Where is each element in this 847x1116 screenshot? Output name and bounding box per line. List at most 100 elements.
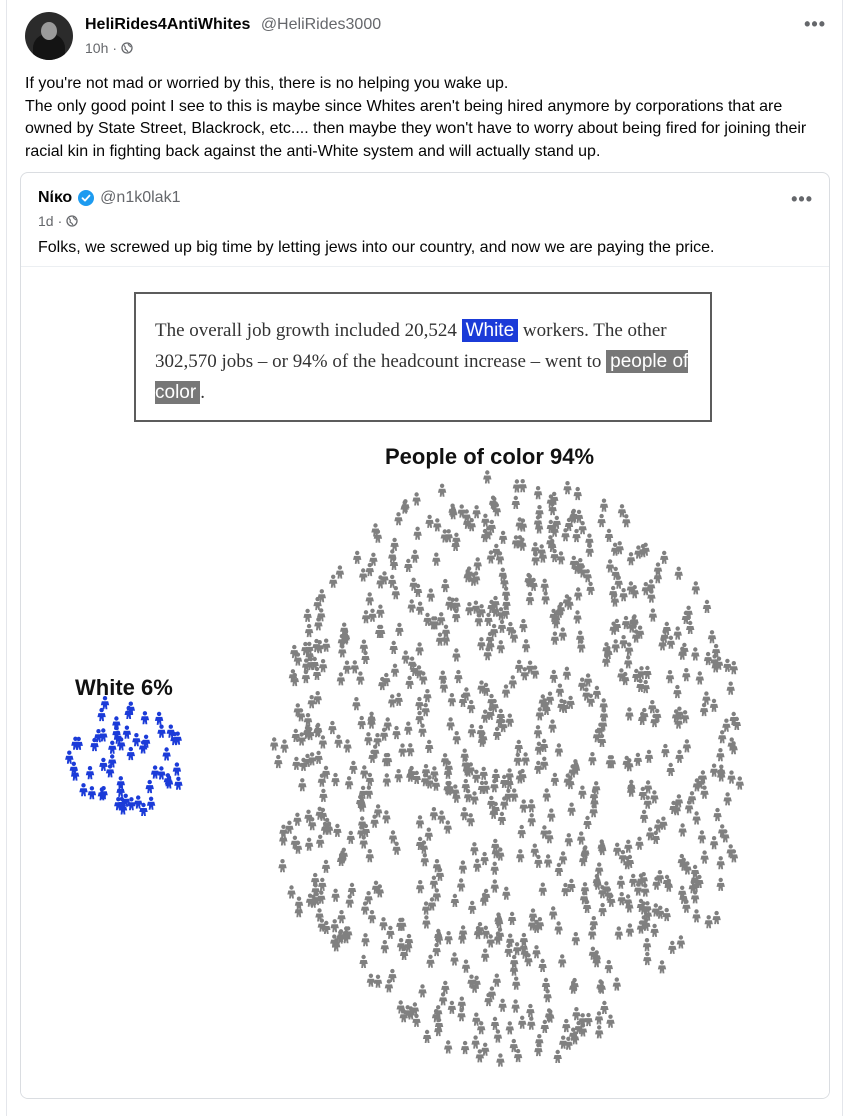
person-white-icon xyxy=(65,750,74,764)
person-poc-icon xyxy=(433,518,442,532)
person-white-icon xyxy=(87,786,97,800)
shared-author: Νίκο @n1k0lak1 xyxy=(38,189,180,207)
person-poc-icon xyxy=(479,766,488,780)
person-poc-icon xyxy=(514,739,523,753)
person-poc-icon xyxy=(511,999,520,1013)
person-poc-icon xyxy=(318,877,327,891)
person-poc-icon xyxy=(390,663,400,677)
shared-more-options-icon[interactable]: ••• xyxy=(791,189,813,210)
person-poc-icon xyxy=(625,758,634,772)
person-poc-icon xyxy=(574,587,583,601)
person-poc-icon xyxy=(643,951,652,966)
person-poc-icon xyxy=(480,528,490,543)
person-poc-icon xyxy=(426,954,435,968)
person-poc-icon xyxy=(394,692,403,706)
person-poc-icon xyxy=(492,973,501,987)
person-poc-icon xyxy=(647,589,656,603)
person-poc-icon xyxy=(452,731,461,745)
person-poc-icon xyxy=(619,635,628,649)
shared-author-name[interactable]: Νίκο xyxy=(38,189,72,207)
person-poc-icon xyxy=(361,610,371,624)
person-poc-icon xyxy=(549,906,558,920)
person-poc-icon xyxy=(425,514,434,528)
person-poc-icon xyxy=(727,770,736,784)
person-poc-icon xyxy=(567,802,576,816)
person-white-icon xyxy=(122,725,132,739)
infographic-image[interactable]: The overall job growth included 20,524 W… xyxy=(21,266,829,1098)
person-poc-icon xyxy=(422,915,431,929)
author-name[interactable]: HeliRides4AntiWhites xyxy=(85,16,250,33)
person-poc-icon xyxy=(388,574,397,588)
person-poc-icon xyxy=(713,807,722,822)
person-poc-icon xyxy=(376,604,385,618)
person-white-icon xyxy=(79,783,88,797)
person-poc-icon xyxy=(474,613,483,627)
person-poc-icon xyxy=(412,492,421,506)
person-poc-icon xyxy=(415,710,424,725)
person-poc-icon xyxy=(406,743,415,757)
shared-author-handle[interactable]: @n1k0lak1 xyxy=(100,189,180,207)
person-poc-icon xyxy=(454,669,463,684)
person-poc-icon xyxy=(673,626,682,640)
person-poc-icon xyxy=(554,862,564,876)
person-poc-icon xyxy=(604,528,614,542)
person-poc-icon xyxy=(318,735,328,749)
person-poc-icon xyxy=(558,954,567,968)
person-poc-icon xyxy=(423,689,432,703)
person-poc-icon xyxy=(386,925,395,939)
person-poc-icon xyxy=(446,717,455,731)
person-poc-icon xyxy=(541,591,550,605)
person-poc-icon xyxy=(389,640,398,654)
person-poc-icon xyxy=(586,581,595,595)
person-poc-icon xyxy=(635,836,644,850)
person-poc-icon xyxy=(674,566,683,580)
person-poc-icon xyxy=(410,549,420,563)
person-poc-icon xyxy=(365,849,374,863)
person-poc-icon xyxy=(519,618,528,633)
person-poc-icon xyxy=(347,882,357,896)
person-poc-icon xyxy=(382,773,391,787)
person-poc-icon xyxy=(542,788,551,802)
person-poc-icon xyxy=(657,960,667,974)
person-poc-icon xyxy=(392,841,401,855)
post-meta: 10h · xyxy=(85,40,133,56)
person-poc-icon xyxy=(697,830,707,844)
person-poc-icon xyxy=(314,750,323,764)
person-poc-icon xyxy=(653,819,663,833)
person-poc-icon xyxy=(518,1015,527,1029)
more-options-icon[interactable]: ••• xyxy=(804,14,826,35)
person-poc-icon xyxy=(625,642,634,656)
post-timestamp[interactable]: 10h xyxy=(85,40,108,56)
person-poc-icon xyxy=(314,617,323,631)
person-poc-icon xyxy=(624,655,633,669)
person-poc-icon xyxy=(514,659,524,673)
person-poc-icon xyxy=(333,823,342,837)
person-poc-icon xyxy=(554,743,564,757)
shared-post-text: Folks, we screwed up big time by letting… xyxy=(38,239,715,256)
person-poc-icon xyxy=(564,833,573,847)
person-poc-icon xyxy=(497,619,507,633)
shared-timestamp[interactable]: 1d xyxy=(38,213,54,229)
person-poc-icon xyxy=(707,630,717,644)
author-avatar[interactable] xyxy=(25,12,73,60)
shared-post[interactable]: Νίκο @n1k0lak1 1d · ••• Folks, we screwe… xyxy=(20,172,830,1099)
person-poc-icon xyxy=(661,743,670,758)
person-poc-icon xyxy=(592,685,602,699)
person-poc-icon xyxy=(322,638,331,652)
person-poc-icon xyxy=(429,807,439,821)
person-poc-icon xyxy=(709,698,719,712)
person-white-icon xyxy=(164,775,174,789)
person-poc-icon xyxy=(481,709,490,723)
person-poc-icon xyxy=(483,647,492,661)
person-poc-icon xyxy=(521,639,531,653)
person-poc-icon xyxy=(702,691,711,705)
person-poc-icon xyxy=(484,612,493,626)
author-handle[interactable]: @HeliRides3000 xyxy=(261,16,381,33)
person-poc-icon xyxy=(527,1016,536,1030)
person-poc-icon xyxy=(650,923,659,937)
person-poc-icon xyxy=(648,608,658,622)
person-poc-icon xyxy=(718,730,727,744)
person-poc-icon xyxy=(606,1014,615,1028)
person-poc-icon xyxy=(584,1012,593,1027)
person-poc-icon xyxy=(287,885,296,899)
